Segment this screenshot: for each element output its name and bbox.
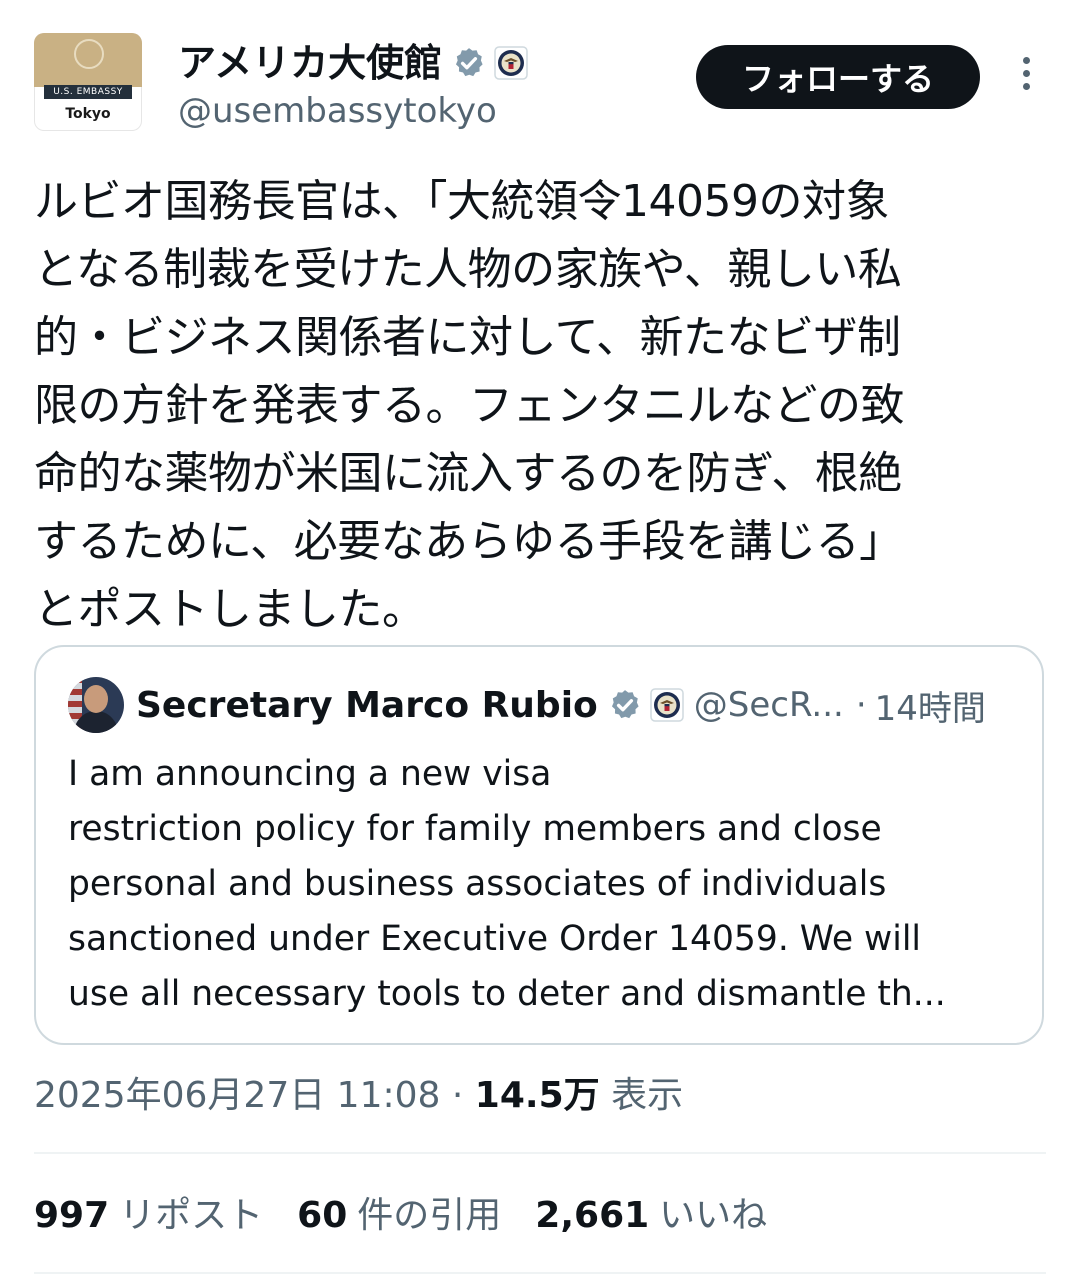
likes-count: 2,661 <box>535 1195 650 1236</box>
quoted-government-seal-icon <box>650 688 684 722</box>
tweet-timestamp[interactable]: 2025年06月27日 11:08 <box>34 1075 440 1116</box>
likes-label: いいね <box>659 1195 768 1236</box>
reposts-stat[interactable]: 997 リポスト <box>34 1188 263 1244</box>
quoted-handle[interactable]: @SecR... <box>694 685 844 725</box>
meta-separator: · <box>451 1075 464 1116</box>
name-row: アメリカ大使館 <box>178 39 528 87</box>
divider <box>34 1152 1046 1154</box>
reposts-count: 997 <box>34 1195 110 1236</box>
more-options-icon[interactable] <box>1016 57 1036 97</box>
government-seal-icon <box>494 46 528 80</box>
engagement-stats: 997 リポスト 60 件の引用 2,661 いいね <box>34 1188 801 1244</box>
quoted-avatar[interactable] <box>68 677 124 733</box>
follow-button[interactable]: フォローする <box>696 45 980 109</box>
eagle-seal-icon <box>74 39 104 69</box>
tweet-header: U.S. EMBASSY Tokyo アメリカ大使館 @usembassytok… <box>34 33 1046 133</box>
tweet-text: ルビオ国務長官は、「大統領令14059の対象 となる制裁を受けた人物の家族や、親… <box>34 176 905 635</box>
display-name[interactable]: アメリカ大使館 <box>178 39 442 87</box>
account-avatar[interactable]: U.S. EMBASSY Tokyo <box>34 33 142 131</box>
quotes-label: 件の引用 <box>357 1195 502 1236</box>
quoted-tweet-text: I am announcing a new visa restriction p… <box>68 754 946 1014</box>
views-count: 14.5万 <box>474 1075 600 1116</box>
quotes-count: 60 <box>297 1195 348 1236</box>
avatar-band-text: U.S. EMBASSY <box>44 85 132 99</box>
verified-badge-icon <box>456 48 483 77</box>
quoted-tweet-header: Secretary Marco Rubio @SecR... · 14時間 <box>68 677 1028 733</box>
reposts-label: リポスト <box>119 1195 264 1236</box>
divider-bottom <box>34 1272 1046 1274</box>
views-label: 表示 <box>611 1075 684 1116</box>
quoted-timestamp[interactable]: 14時間 <box>875 681 986 730</box>
account-handle[interactable]: @usembassytokyo <box>178 89 497 133</box>
likes-stat[interactable]: 2,661 いいね <box>535 1188 767 1244</box>
quoted-display-name[interactable]: Secretary Marco Rubio <box>136 685 598 726</box>
quoted-tweet-card[interactable]: Secretary Marco Rubio @SecR... · 14時間 I … <box>34 645 1044 1045</box>
tweet-meta: 2025年06月27日 11:08 · 14.5万 表示 <box>34 1070 683 1122</box>
avatar-city-text: Tokyo <box>65 106 111 122</box>
quotes-stat[interactable]: 60 件の引用 <box>297 1188 501 1244</box>
quoted-separator: · <box>855 685 867 725</box>
quoted-verified-badge-icon <box>611 690 639 719</box>
